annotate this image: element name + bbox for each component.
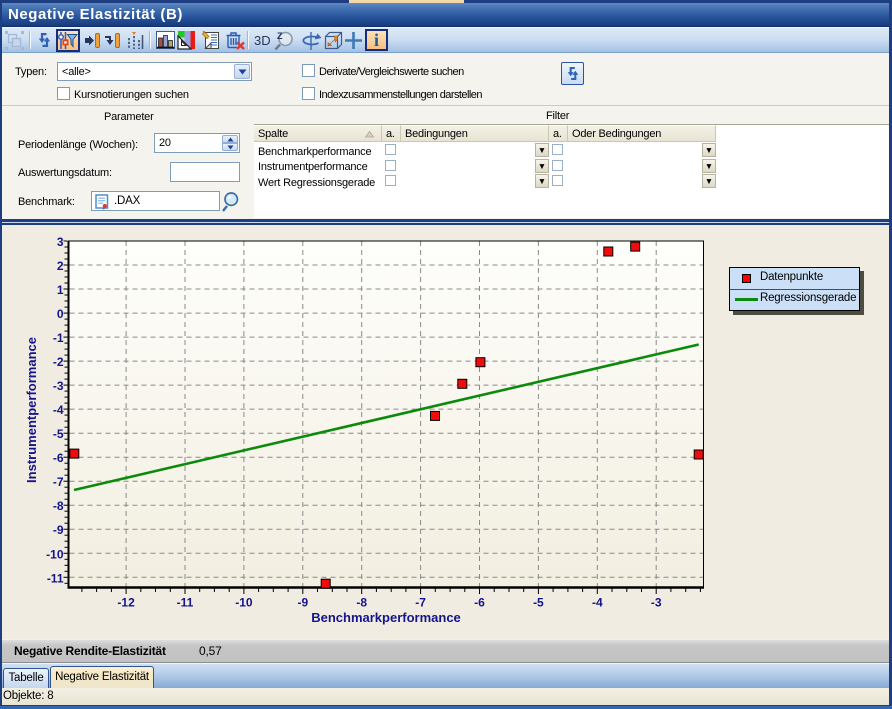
svg-text:-4: -4 [592,596,603,610]
svg-text:Instrumentperformance: Instrumentperformance [24,337,39,483]
svg-text:0: 0 [57,307,64,321]
svg-text:-7: -7 [415,596,426,610]
svg-text:-10: -10 [235,596,253,610]
svg-text:Benchmarkperformance: Benchmarkperformance [311,610,461,625]
svg-text:-10: -10 [46,547,64,561]
svg-text:-3: -3 [651,596,662,610]
svg-text:-6: -6 [474,596,485,610]
svg-text:-7: -7 [53,475,64,489]
svg-text:-3: -3 [53,379,64,393]
svg-text:2: 2 [57,259,64,273]
svg-text:-11: -11 [177,596,194,610]
svg-text:-9: -9 [297,596,308,610]
svg-text:-4: -4 [53,403,64,417]
svg-text:3: 3 [57,235,64,249]
svg-text:-8: -8 [53,499,64,513]
svg-text:-8: -8 [356,596,367,610]
svg-text:-5: -5 [533,596,544,610]
svg-text:-5: -5 [53,427,64,441]
svg-text:-1: -1 [53,331,64,345]
svg-text:-12: -12 [117,596,135,610]
svg-text:-11: -11 [47,571,64,585]
svg-text:-6: -6 [53,451,64,465]
svg-text:-2: -2 [53,355,64,369]
svg-text:-9: -9 [53,523,64,537]
svg-text:Z: Z [277,31,283,41]
svg-text:1: 1 [57,283,64,297]
